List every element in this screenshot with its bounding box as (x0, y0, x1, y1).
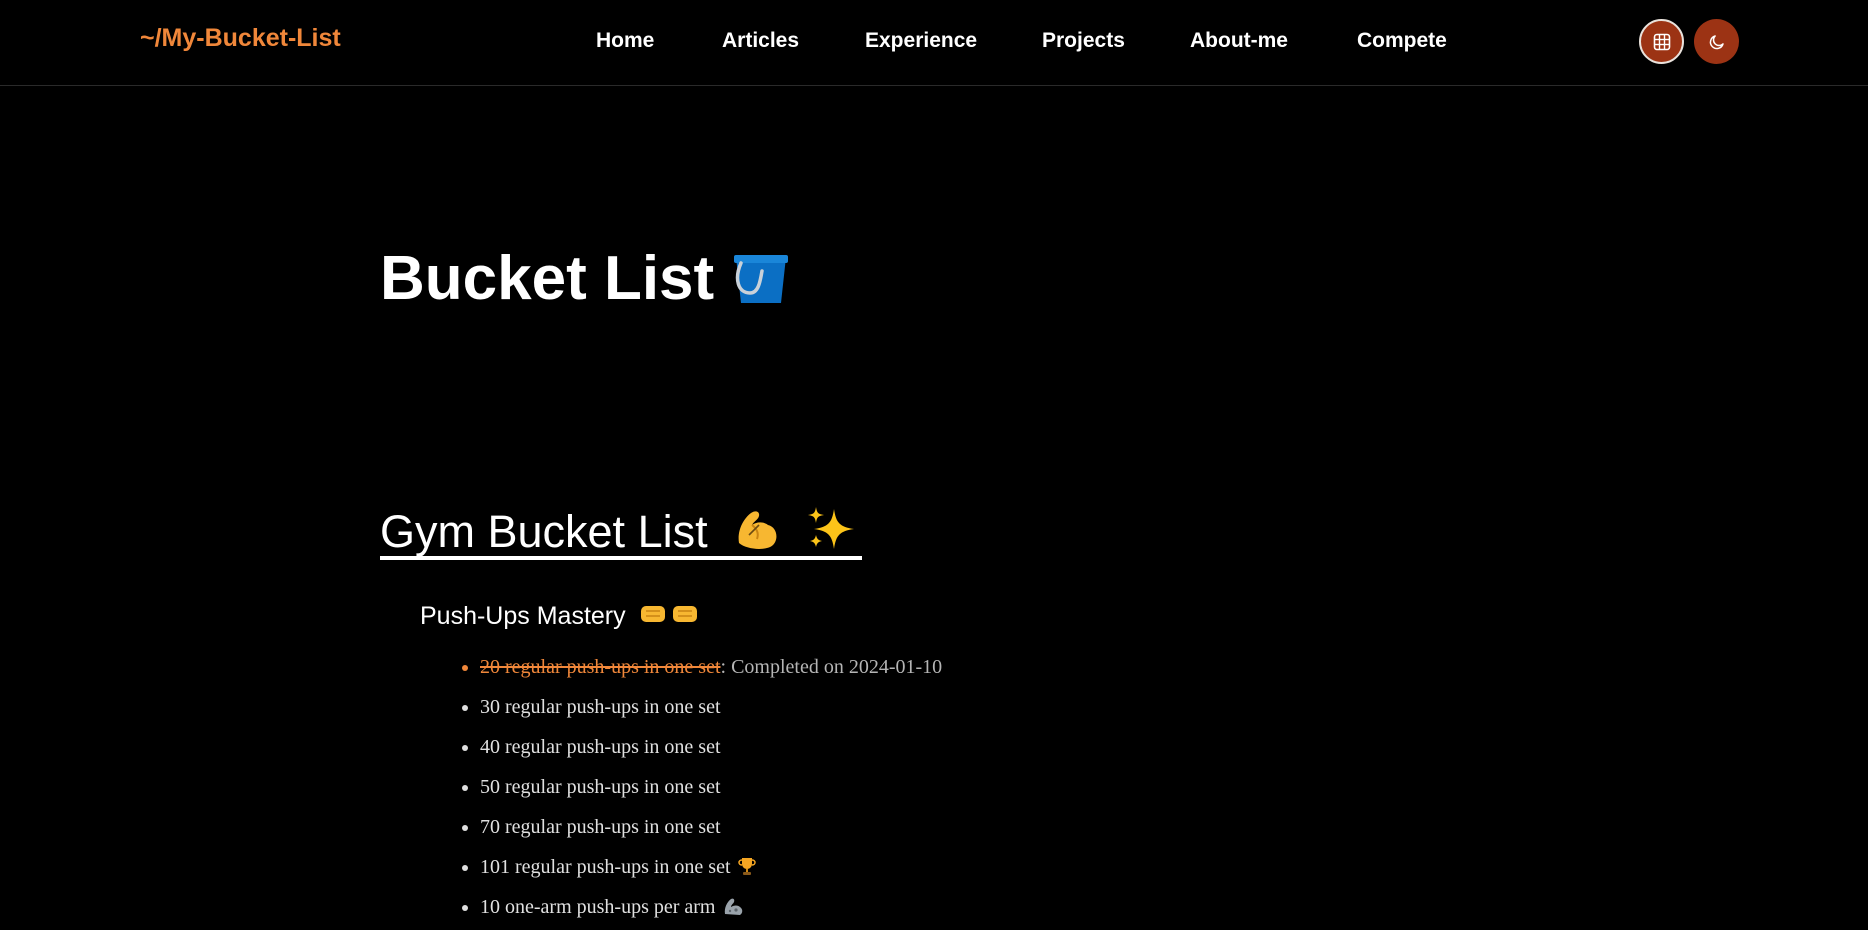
goal-item: 30 regular push-ups in one set (460, 690, 942, 730)
bullet (462, 705, 468, 711)
goal-list: 20 regular push-ups in one set: Complete… (460, 650, 942, 930)
nav-link-about-me[interactable]: About-me (1190, 29, 1288, 53)
right-facing-fist-icon (640, 602, 666, 632)
goal-item: 70 regular push-ups in one set (460, 810, 942, 850)
nav-link-projects[interactable]: Projects (1042, 29, 1125, 53)
nav-link-experience[interactable]: Experience (865, 29, 977, 53)
subsection-title-text: Push-Ups Mastery (420, 602, 626, 630)
bullet (462, 785, 468, 791)
bullet (462, 825, 468, 831)
page-title: Bucket List (380, 237, 790, 327)
page-title-text: Bucket List (380, 244, 715, 313)
goal-item-completed: 20 regular push-ups in one set: Complete… (460, 650, 942, 690)
completion-note: : Completed on 2024-01-10 (720, 656, 943, 678)
goal-text: 20 regular push-ups in one set (480, 656, 721, 678)
goal-text: 30 regular push-ups in one set (480, 696, 721, 718)
bullet (462, 905, 468, 911)
subsection-title: Push-Ups Mastery (420, 601, 698, 632)
goal-item: 50 regular push-ups in one set (460, 770, 942, 810)
goal-item: 10 one-arm push-ups per arm (460, 890, 942, 930)
goal-item: 40 regular push-ups in one set (460, 730, 942, 770)
goal-text: 40 regular push-ups in one set (480, 736, 721, 758)
mechanical-arm-icon (722, 893, 744, 927)
nav-link-home[interactable]: Home (596, 29, 654, 53)
bullet (462, 665, 468, 671)
nav-link-compete[interactable]: Compete (1357, 29, 1447, 53)
goal-text: 101 regular push-ups in one set (480, 856, 731, 878)
goal-text: 50 regular push-ups in one set (480, 776, 721, 798)
site-logo[interactable]: ~/My-Bucket-List (140, 24, 341, 53)
moon-icon (1709, 34, 1724, 49)
bullet (462, 865, 468, 871)
section-title-text: Gym Bucket List (380, 506, 708, 557)
nav-link-articles[interactable]: Articles (722, 29, 799, 53)
theme-toggle-button[interactable] (1694, 19, 1739, 64)
goal-text: 70 regular push-ups in one set (480, 816, 721, 838)
trophy-icon (737, 853, 757, 887)
grid-view-button[interactable] (1639, 19, 1684, 64)
right-facing-fist-icon (672, 602, 698, 632)
bucket-icon (732, 243, 790, 327)
bullet (462, 745, 468, 751)
section-title-underline (380, 556, 862, 560)
goal-text: 10 one-arm push-ups per arm (480, 896, 716, 918)
grid-icon (1653, 33, 1670, 50)
goal-item: 101 regular push-ups in one set (460, 850, 942, 890)
navbar: ~/My-Bucket-List Home Articles Experienc… (0, 0, 1868, 86)
